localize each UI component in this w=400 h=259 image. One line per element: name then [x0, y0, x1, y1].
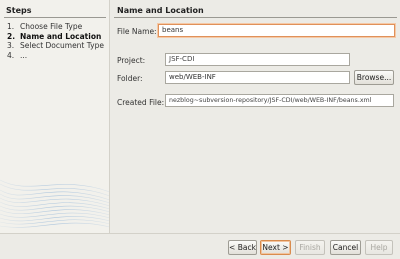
step-item: 4.... — [7, 51, 104, 61]
project-label: Project: — [117, 56, 146, 65]
button-bar-divider — [0, 233, 400, 234]
step-number: 4. — [7, 50, 15, 60]
file-name-label: File Name: — [117, 27, 157, 36]
steps-title: Steps — [6, 6, 32, 15]
project-field: JSF-CDI — [165, 53, 350, 66]
steps-panel: Steps 1. Choose File Type 2. Name and Loca… — [0, 0, 110, 233]
panel-title-divider — [114, 17, 397, 18]
step-number: 3. — [7, 41, 15, 50]
browse-button[interactable]: Browse... — [354, 70, 394, 85]
help-button[interactable]: Help — [365, 240, 393, 255]
created-file-label: Created File: — [117, 98, 165, 107]
cancel-button[interactable]: Cancel — [330, 240, 361, 255]
step-number: 2. — [7, 31, 16, 41]
step-number: 1. — [7, 22, 15, 31]
back-button[interactable]: < Back — [228, 240, 257, 255]
file-name-input[interactable]: beans — [158, 24, 395, 37]
step-item: 1. Choose File Type — [7, 22, 104, 32]
finish-button[interactable]: Finish — [295, 240, 325, 255]
folder-input[interactable]: web/WEB-INF — [165, 71, 350, 84]
step-item: 3. Select Document Type — [7, 41, 104, 51]
new-file-wizard-dialog: Steps 1. Choose File Type 2. Name and Loca… — [0, 0, 400, 259]
steps-divider — [4, 17, 106, 18]
next-button[interactable]: Next > — [260, 240, 291, 255]
decorative-waves-graphic — [0, 179, 109, 228]
step-item-current: 2. Name and Location — [7, 32, 104, 42]
steps-list: 1. Choose File Type 2. Name and Location 3… — [7, 22, 104, 60]
folder-label: Folder: — [117, 74, 143, 83]
created-file-field: nezblog~subversion-repository/JSF-CDI/we… — [165, 94, 394, 107]
step-label: Select Document Type — [20, 41, 104, 50]
step-label: Choose File Type — [20, 22, 83, 31]
panel-title: Name and Location — [117, 6, 204, 15]
step-label: Name and Location — [20, 31, 102, 41]
step-label: ... — [20, 50, 28, 60]
name-location-panel: Name and Location File Name: beans Proje… — [111, 0, 400, 233]
